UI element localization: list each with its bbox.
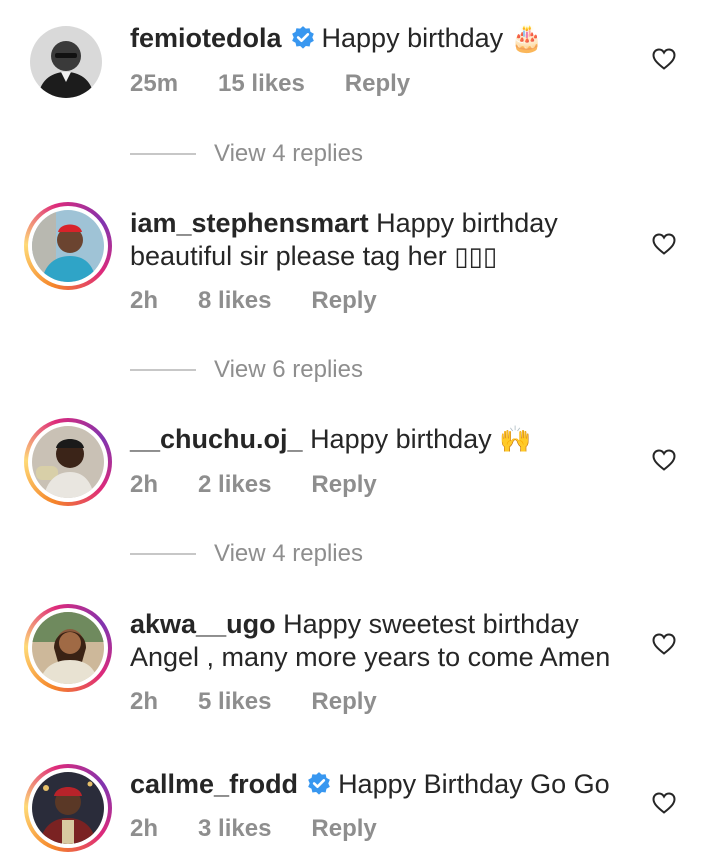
- comment-time[interactable]: 2h: [130, 815, 158, 843]
- comment-meta: 2h 3 likes Reply: [130, 815, 417, 843]
- avatar[interactable]: [30, 26, 102, 98]
- comment-username[interactable]: akwa__ugo: [130, 609, 276, 639]
- comment-text: Happy Birthday Go Go: [338, 769, 610, 799]
- comment-time[interactable]: 2h: [130, 471, 158, 499]
- comment-username[interactable]: iam_stephensmart: [130, 208, 369, 238]
- reply-button[interactable]: Reply: [345, 70, 410, 98]
- comment-text: Happy birthday: [321, 23, 504, 53]
- comment-time[interactable]: 2h: [130, 688, 158, 716]
- comment-meta: 2h 8 likes Reply: [130, 287, 417, 315]
- reply-button[interactable]: Reply: [311, 688, 376, 716]
- comment-likes[interactable]: 2 likes: [198, 471, 271, 499]
- view-replies-button[interactable]: View 6 replies: [130, 356, 363, 384]
- reply-button[interactable]: Reply: [311, 471, 376, 499]
- replies-divider: [130, 369, 196, 371]
- heart-outline-icon[interactable]: [652, 633, 676, 655]
- comment-text: Happy birthday: [310, 424, 492, 454]
- comment-emoji: ▯▯▯: [454, 242, 498, 272]
- avatar-photo: [30, 26, 102, 98]
- comment-meta: 25m 15 likes Reply: [130, 70, 450, 98]
- comment-emoji: 🎂: [510, 24, 544, 54]
- replies-divider: [130, 153, 196, 155]
- comment-emoji: 🙌: [499, 425, 532, 455]
- avatar[interactable]: [24, 604, 112, 692]
- comment-likes[interactable]: 15 likes: [218, 70, 305, 98]
- replies-divider: [130, 553, 196, 555]
- comment-body: akwa__ugo Happy sweetest birthday Angel …: [130, 608, 640, 674]
- heart-outline-icon[interactable]: [652, 48, 676, 70]
- avatar-photo: [32, 772, 104, 844]
- heart-outline-icon[interactable]: [652, 233, 676, 255]
- comment-username[interactable]: femiotedola: [130, 23, 282, 53]
- avatar-photo: [32, 426, 104, 498]
- comment-body: __chuchu.oj_ Happy birthday 🙌: [130, 423, 640, 457]
- view-replies-label[interactable]: View 4 replies: [214, 140, 363, 168]
- comment-likes[interactable]: 3 likes: [198, 815, 271, 843]
- heart-outline-icon[interactable]: [652, 792, 676, 814]
- avatar-photo: [32, 612, 104, 684]
- view-replies-label[interactable]: View 6 replies: [214, 356, 363, 384]
- avatar[interactable]: [24, 764, 112, 852]
- comment-body: callme_frodd Happy Birthday Go Go: [130, 768, 640, 801]
- avatar[interactable]: [24, 202, 112, 290]
- comment-meta: 2h 2 likes Reply: [130, 471, 417, 499]
- heart-outline-icon[interactable]: [652, 449, 676, 471]
- verified-badge-icon: [291, 26, 314, 49]
- avatar[interactable]: [24, 418, 112, 506]
- comment-likes[interactable]: 8 likes: [198, 287, 271, 315]
- avatar-photo: [32, 210, 104, 282]
- comment-meta: 2h 5 likes Reply: [130, 688, 417, 716]
- verified-badge-icon: [308, 772, 330, 795]
- comment-username[interactable]: callme_frodd: [130, 769, 298, 799]
- view-replies-label[interactable]: View 4 replies: [214, 540, 363, 568]
- comment-body: iam_stephensmart Happy birthday beautifu…: [130, 207, 640, 274]
- comment-body: femiotedola Happy birthday 🎂: [130, 22, 640, 56]
- comment-time[interactable]: 2h: [130, 287, 158, 315]
- reply-button[interactable]: Reply: [311, 287, 376, 315]
- comment-likes[interactable]: 5 likes: [198, 688, 271, 716]
- view-replies-button[interactable]: View 4 replies: [130, 540, 363, 568]
- view-replies-button[interactable]: View 4 replies: [130, 140, 363, 168]
- comment-username[interactable]: __chuchu.oj_: [130, 424, 303, 454]
- reply-button[interactable]: Reply: [311, 815, 376, 843]
- comment-time[interactable]: 25m: [130, 70, 178, 98]
